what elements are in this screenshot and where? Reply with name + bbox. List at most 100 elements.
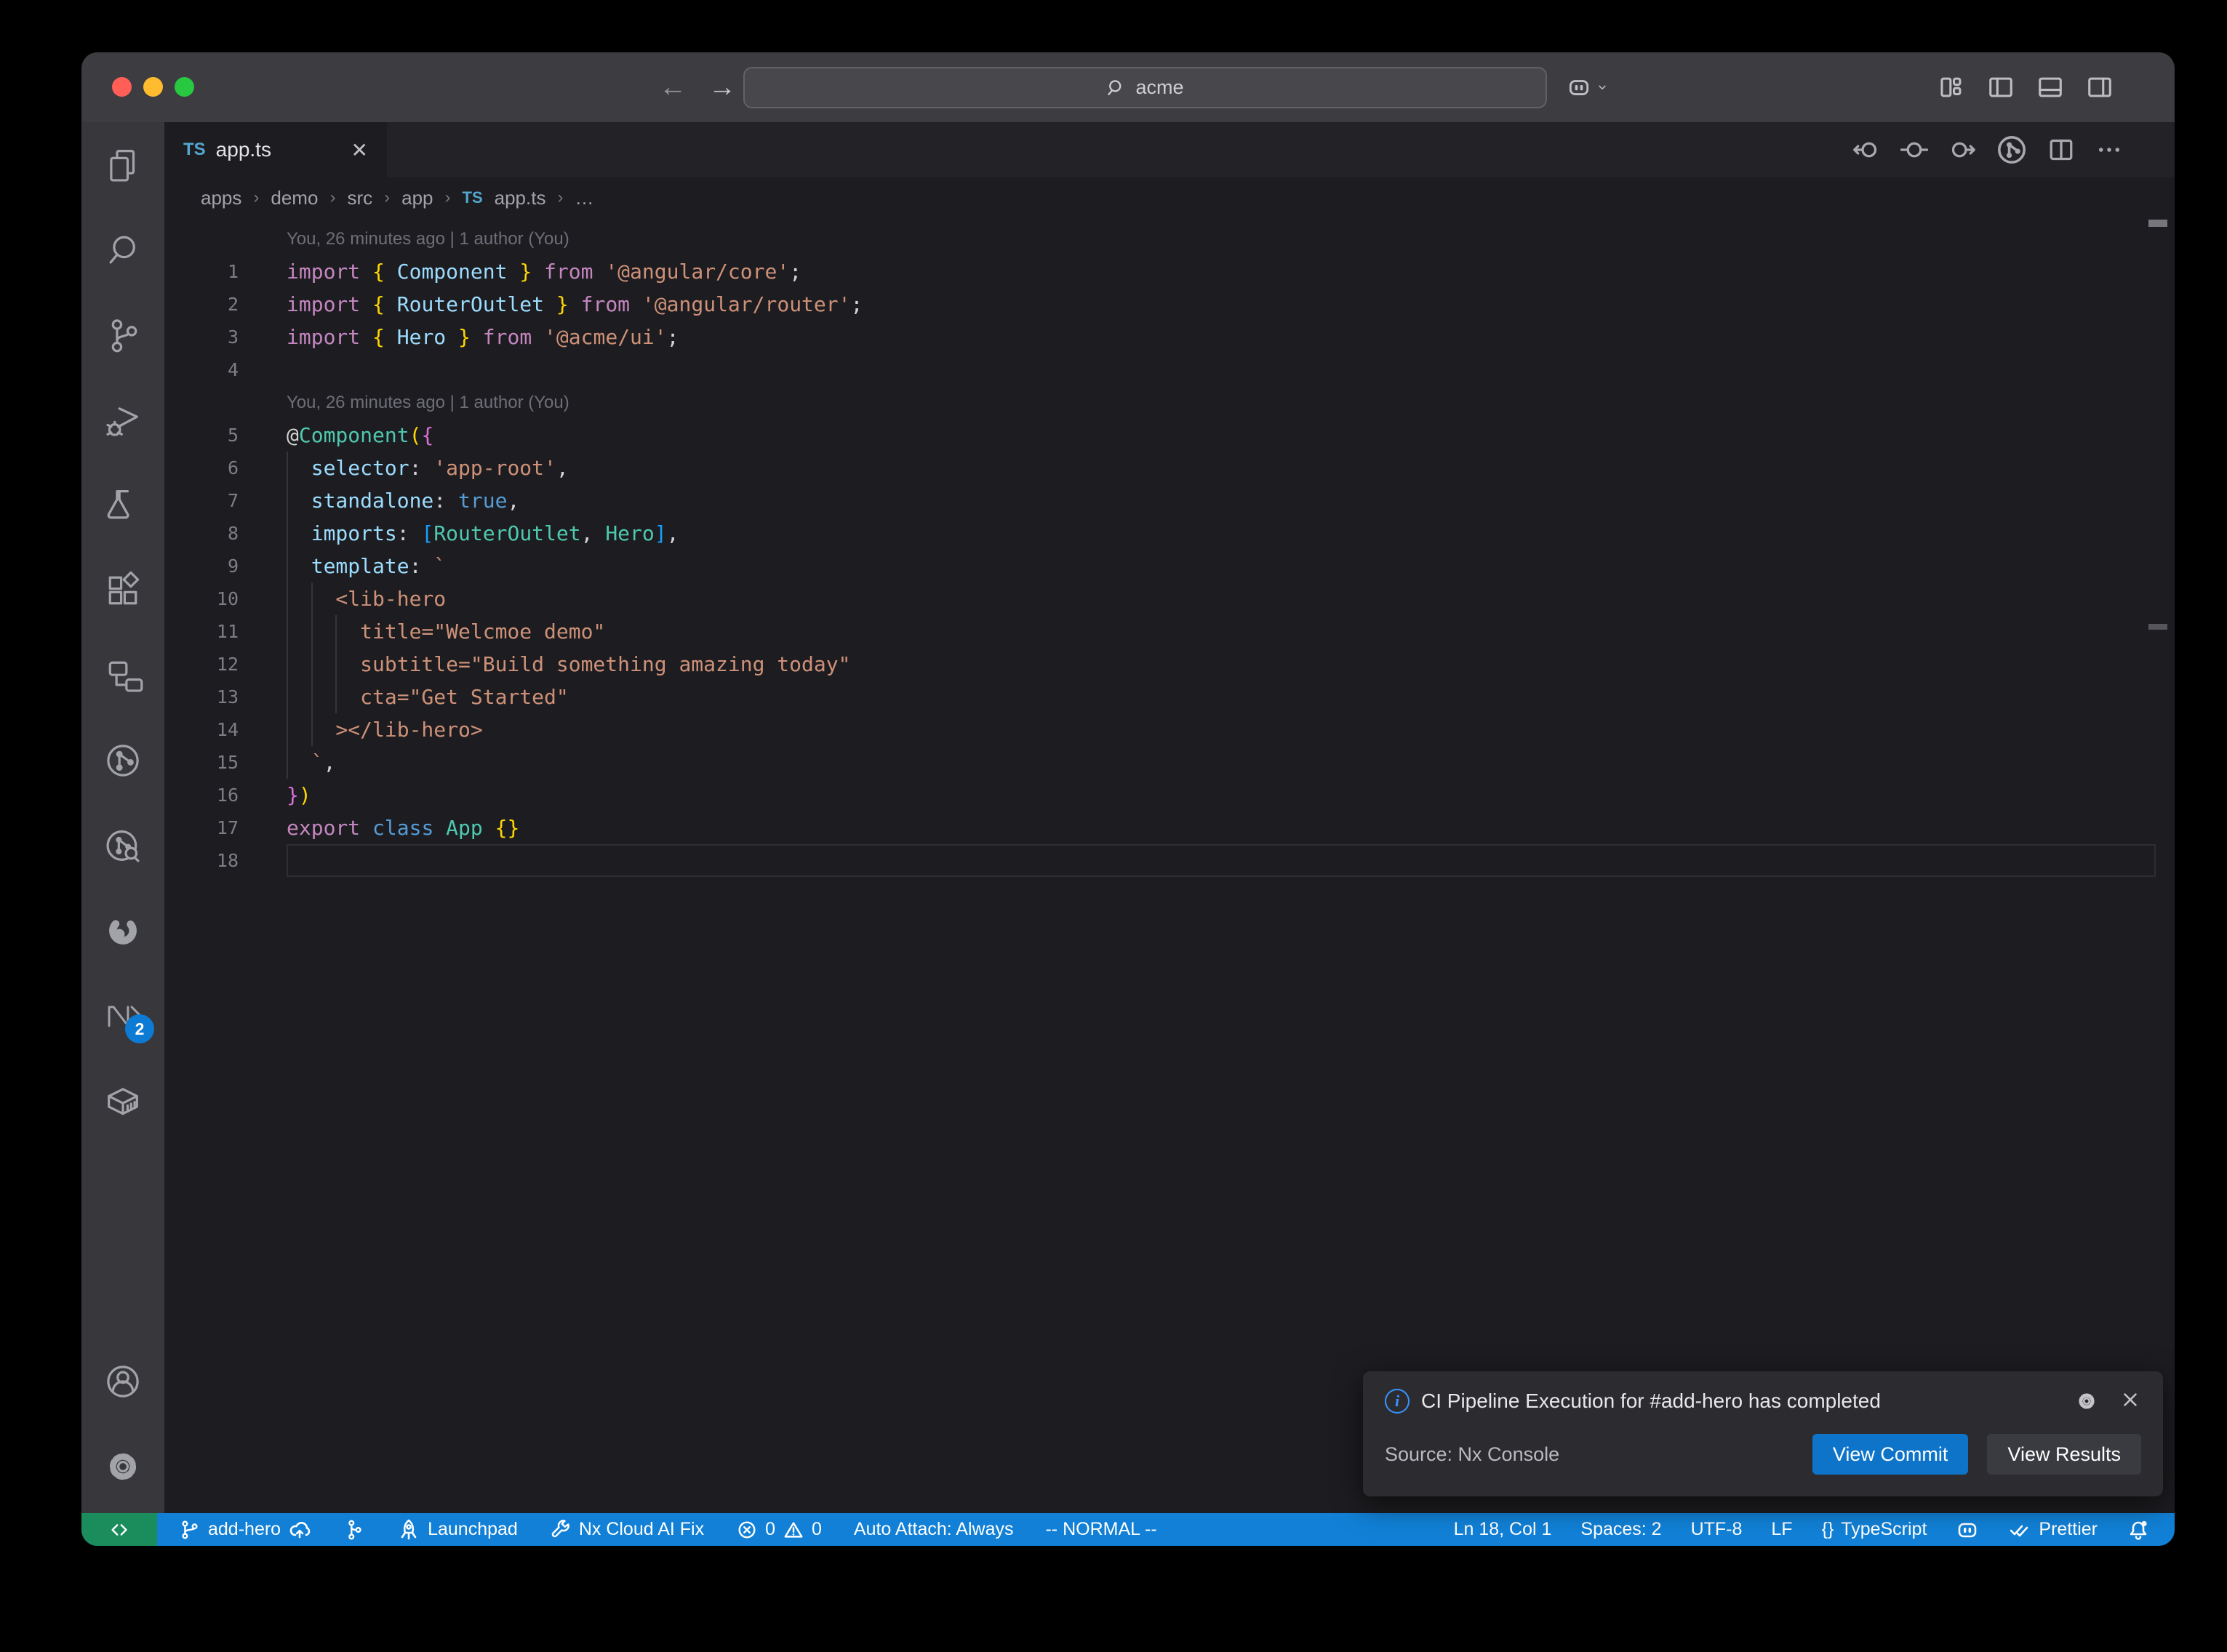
previous-change-icon[interactable] (1852, 135, 1881, 164)
eol-indicator[interactable]: LF (1771, 1519, 1792, 1540)
formatter-indicator[interactable]: Prettier (2008, 1518, 2098, 1541)
copilot-icon (1567, 75, 1591, 100)
account-icon (102, 1360, 144, 1403)
sidebar-item-extensions[interactable] (81, 548, 164, 633)
zoom-window-button[interactable] (175, 77, 194, 97)
publish-cloud-icon (288, 1518, 311, 1541)
vim-mode-indicator[interactable]: -- NORMAL -- (1045, 1519, 1156, 1540)
branch-indicator[interactable]: add-hero (179, 1518, 311, 1541)
notifications-bell-button[interactable] (2127, 1518, 2150, 1541)
breadcrumb-item[interactable]: demo (271, 187, 318, 209)
line-number: 5 (164, 419, 287, 452)
breadcrumb-file[interactable]: app.ts (495, 187, 546, 209)
code-line[interactable]: 18 (164, 844, 2175, 877)
editor-group: TS app.ts ✕ (164, 122, 2175, 1513)
line-content: selector: 'app-root', (287, 452, 569, 484)
indent-guide (287, 452, 288, 484)
cursor-position-indicator[interactable]: Ln 18, Col 1 (1454, 1519, 1552, 1540)
editor-actions (1852, 122, 2124, 177)
nx-cloud-fix-button[interactable]: Nx Cloud AI Fix (550, 1519, 704, 1541)
code-line[interactable]: 6 selector: 'app-root', (164, 452, 2175, 484)
line-number: 18 (164, 844, 287, 877)
code-line[interactable]: 5@Component({ (164, 419, 2175, 452)
minimize-window-button[interactable] (143, 77, 163, 97)
remote-indicator[interactable] (81, 1513, 157, 1546)
sidebar-item-search[interactable] (81, 207, 164, 292)
sidebar-item-testing[interactable] (81, 462, 164, 548)
code-line[interactable]: 4 (164, 353, 2175, 386)
change-marker-icon[interactable] (1900, 135, 1929, 164)
swirl-icon (102, 910, 144, 952)
sidebar-item-containers[interactable] (81, 1058, 164, 1143)
toggle-panel-icon[interactable] (2036, 73, 2064, 101)
toggle-secondary-sidebar-icon[interactable] (2086, 73, 2114, 101)
breadcrumb-item[interactable]: apps (201, 187, 241, 209)
breadcrumb-item[interactable]: src (347, 187, 372, 209)
code-line[interactable]: 9 template: ` (164, 550, 2175, 582)
code-line[interactable]: 10 <lib-hero (164, 582, 2175, 615)
line-number: 10 (164, 582, 287, 615)
indent-guide (311, 582, 313, 615)
more-actions-icon[interactable] (2095, 135, 2124, 164)
code-line[interactable]: 17export class App {} (164, 811, 2175, 844)
encoding-indicator[interactable]: UTF-8 (1691, 1519, 1743, 1540)
code-line[interactable]: 11 title="Welcmoe demo" (164, 615, 2175, 648)
customize-layout-icon[interactable] (1938, 73, 1965, 101)
blame-annotation: You, 26 minutes ago | 1 author (You) (164, 222, 2175, 255)
breadcrumb-item[interactable]: app (401, 187, 433, 209)
git-graph-button[interactable] (343, 1519, 365, 1541)
line-number: 8 (164, 517, 287, 550)
code-line[interactable]: 12 subtitle="Build something amazing tod… (164, 648, 2175, 681)
settings-button[interactable] (81, 1424, 164, 1509)
line-content: import { Component } from '@angular/core… (287, 255, 801, 288)
navigate-back-button[interactable]: ← (659, 52, 687, 122)
close-notification-icon[interactable] (2119, 1389, 2141, 1411)
close-tab-icon[interactable]: ✕ (351, 138, 368, 162)
breadcrumb-more[interactable]: … (575, 187, 593, 209)
problems-indicator[interactable]: 0 0 (736, 1519, 822, 1541)
close-window-button[interactable] (112, 77, 132, 97)
line-content: ></lib-hero> (287, 713, 483, 746)
nx-project-graph-icon[interactable] (1996, 134, 2028, 166)
language-indicator[interactable]: {} TypeScript (1822, 1519, 1927, 1540)
sidebar-item-explorer[interactable] (81, 122, 164, 207)
launchpad-button[interactable]: Launchpad (397, 1518, 518, 1541)
indent-guide (311, 713, 313, 746)
split-editor-icon[interactable] (2047, 135, 2076, 164)
navigate-forward-button[interactable]: → (708, 52, 736, 122)
copilot-menu[interactable] (1567, 52, 1609, 122)
sidebar-item-swirl[interactable] (81, 888, 164, 973)
indentation-indicator[interactable]: Spaces: 2 (1580, 1519, 1661, 1540)
sidebar-item-nx-console[interactable]: 2 (81, 973, 164, 1058)
code-line[interactable]: 13 cta="Get Started" (164, 681, 2175, 713)
view-commit-button[interactable]: View Commit (1812, 1434, 1969, 1475)
sidebar-item-nx-graph-search[interactable] (81, 803, 164, 888)
sidebar-item-source-control[interactable] (81, 292, 164, 377)
toggle-primary-sidebar-icon[interactable] (1987, 73, 2015, 101)
code-line[interactable]: 1import { Component } from '@angular/cor… (164, 255, 2175, 288)
notification-settings-gear-icon[interactable] (2074, 1389, 2099, 1414)
copilot-status-button[interactable] (1956, 1518, 1979, 1541)
line-number: 4 (164, 353, 287, 386)
code-line[interactable]: 16}) (164, 779, 2175, 811)
sidebar-item-run-debug[interactable] (81, 377, 164, 462)
code-line[interactable]: 2import { RouterOutlet } from '@angular/… (164, 288, 2175, 321)
tab-app-ts[interactable]: TS app.ts ✕ (164, 122, 387, 177)
next-change-icon[interactable] (1948, 135, 1977, 164)
code-line[interactable]: 7 standalone: true, (164, 484, 2175, 517)
code-line[interactable]: 3import { Hero } from '@acme/ui'; (164, 321, 2175, 353)
code-line[interactable]: 14 ></lib-hero> (164, 713, 2175, 746)
code-line[interactable]: 8 imports: [RouterOutlet, Hero], (164, 517, 2175, 550)
code-area[interactable]: You, 26 minutes ago | 1 author (You)1imp… (164, 218, 2175, 1513)
accounts-button[interactable] (81, 1339, 164, 1424)
chevron-right-icon: › (253, 188, 259, 208)
code-line[interactable]: 15 `, (164, 746, 2175, 779)
status-bar: add-hero Launchpad (81, 1513, 2175, 1546)
command-center-search[interactable]: acme (743, 67, 1547, 108)
remote-explorer-icon (102, 654, 144, 697)
info-icon: i (1385, 1389, 1410, 1414)
auto-attach-indicator[interactable]: Auto Attach: Always (854, 1519, 1014, 1540)
sidebar-item-nx-graph[interactable] (81, 718, 164, 803)
sidebar-item-remote-explorer[interactable] (81, 633, 164, 718)
view-results-button[interactable]: View Results (1987, 1434, 2141, 1475)
